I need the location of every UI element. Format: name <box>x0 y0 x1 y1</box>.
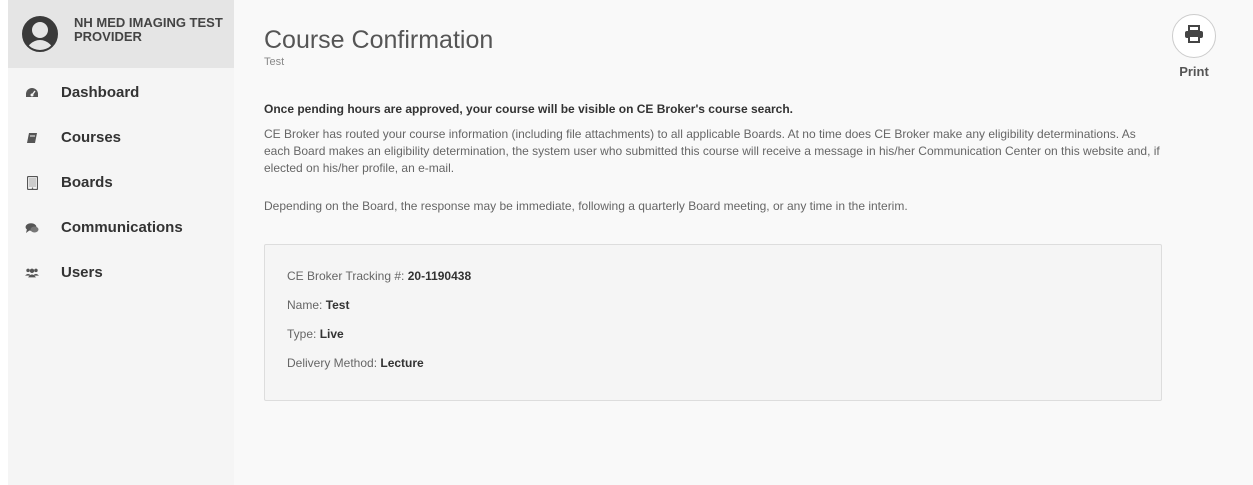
sidebar-item-label: Courses <box>61 129 122 146</box>
name-value: Test <box>325 298 350 312</box>
page-title: Course Confirmation <box>264 26 494 54</box>
delivery-method-value: Lecture <box>380 356 424 370</box>
print-control: Print <box>1170 14 1218 79</box>
page-subtitle: Test <box>264 56 285 68</box>
response-paragraph: Depending on the Board, the response may… <box>264 199 908 213</box>
users-icon <box>25 266 39 280</box>
sidebar-item-users[interactable]: Users <box>8 250 234 295</box>
approval-notice: Once pending hours are approved, your co… <box>264 102 794 116</box>
course-details-card: CE Broker Tracking #: 20-1190438 Name: T… <box>264 244 1162 401</box>
name-label: Name: <box>287 298 326 312</box>
printer-icon <box>1184 24 1204 48</box>
main-content: Course Confirmation Test Print Once pend… <box>234 0 1253 485</box>
type-row: Type: Live <box>287 327 1161 356</box>
comments-icon <box>25 221 39 235</box>
delivery-method-row: Delivery Method: Lecture <box>287 356 1161 385</box>
book-icon <box>25 131 39 145</box>
dashboard-icon <box>25 86 39 100</box>
name-row: Name: Test <box>287 298 1161 327</box>
sidebar-item-boards[interactable]: Boards <box>8 160 234 205</box>
sidebar-item-label: Users <box>61 264 103 281</box>
provider-header[interactable]: NH MED IMAGING TEST PROVIDER <box>8 0 234 68</box>
user-avatar-icon <box>22 16 58 52</box>
sidebar-nav: Dashboard Courses Boards Communications … <box>8 70 234 295</box>
tracking-row: CE Broker Tracking #: 20-1190438 <box>287 269 1161 298</box>
type-value: Live <box>319 327 344 341</box>
tracking-label: CE Broker Tracking #: <box>287 269 408 283</box>
sidebar-item-communications[interactable]: Communications <box>8 205 234 250</box>
sidebar-item-label: Boards <box>61 174 113 191</box>
print-label[interactable]: Print <box>1179 64 1209 79</box>
sidebar: NH MED IMAGING TEST PROVIDER Dashboard C… <box>8 0 234 485</box>
sidebar-item-dashboard[interactable]: Dashboard <box>8 70 234 115</box>
sidebar-item-label: Dashboard <box>61 84 140 101</box>
provider-name: NH MED IMAGING TEST PROVIDER <box>74 15 223 44</box>
sidebar-item-courses[interactable]: Courses <box>8 115 234 160</box>
routing-paragraph: CE Broker has routed your course informa… <box>264 127 1160 175</box>
delivery-method-label: Delivery Method: <box>287 356 381 370</box>
sidebar-item-label: Communications <box>61 219 183 236</box>
type-label: Type: <box>287 327 320 341</box>
tablet-icon <box>25 175 39 190</box>
tracking-value: 20-1190438 <box>407 269 472 283</box>
print-button[interactable] <box>1172 14 1216 58</box>
